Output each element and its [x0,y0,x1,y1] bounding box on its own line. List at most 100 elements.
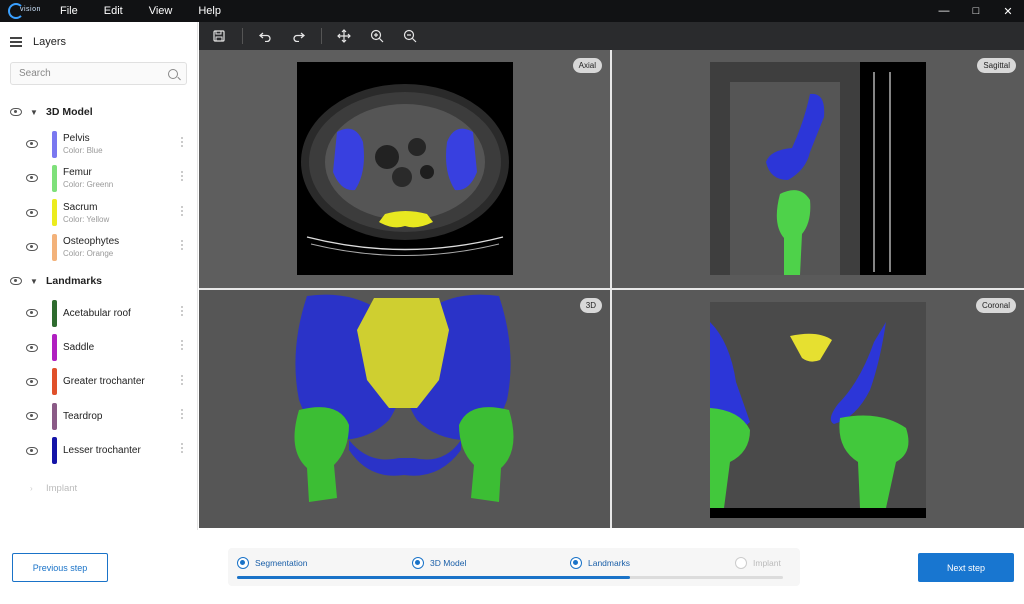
more-options-icon[interactable] [181,137,183,147]
coronal-label: Coronal [975,298,1016,313]
viewport-grid: Axial Sagittal 3D Coronal [199,50,1024,528]
menu-edit[interactable]: Edit [104,5,123,17]
chevron-right-icon[interactable]: › [30,484,38,493]
redo-icon[interactable] [288,26,308,46]
step-check-icon [735,557,747,569]
step-check-icon [412,557,424,569]
coronal-viewport[interactable]: Coronal [612,290,1024,528]
menu-view[interactable]: View [149,5,173,17]
eye-icon[interactable] [26,446,38,455]
eye-icon[interactable] [10,108,22,116]
progress-track [237,576,783,579]
layer-name: Lesser trochanter [63,445,141,457]
step-check-icon [237,557,249,569]
layer-saddle[interactable]: Saddle [0,330,197,364]
app-logo: vision [6,0,46,22]
step-implant[interactable]: Implant [735,557,781,569]
more-options-icon[interactable] [181,409,183,420]
step-label: Segmentation [255,558,308,568]
layer-acetabular-roof[interactable]: Acetabular roof [0,296,197,330]
save-icon[interactable] [209,26,229,46]
layer-pelvis[interactable]: Pelvis Color: Blue [0,127,197,161]
group-label: Landmarks [46,275,103,288]
layer-name: Osteophytes [63,236,120,248]
eye-icon[interactable] [26,174,38,183]
search-input[interactable] [19,68,168,79]
more-options-icon[interactable] [181,306,183,317]
layer-name: Greater trochanter [63,376,145,388]
window-controls: — □ ✕ [928,0,1024,22]
more-options-icon[interactable] [181,374,183,385]
sidebar-title: Layers [33,36,67,48]
eye-icon[interactable] [26,377,38,386]
layer-name: Femur [63,167,92,179]
three-d-viewport[interactable]: 3D [199,290,610,528]
layer-teardrop[interactable]: Teardrop [0,399,197,433]
layer-color-label: Color: Yellow [63,214,110,224]
layers-sidebar: Layers ▼ 3D Model Pelvis Color: Blue Fem… [0,22,198,530]
step-check-icon [570,557,582,569]
color-swatch [52,233,57,261]
group-landmarks[interactable]: ▼ Landmarks [0,266,197,296]
close-icon[interactable]: ✕ [992,0,1024,22]
axial-viewport[interactable]: Axial [199,50,610,288]
menu-help[interactable]: Help [198,5,221,17]
progress-fill [237,576,631,579]
eye-icon[interactable] [26,140,38,149]
more-options-icon[interactable] [181,239,183,250]
more-options-icon[interactable] [181,171,183,182]
logo-text: vision [20,6,41,13]
three-d-model [294,294,514,502]
axial-image [297,62,513,275]
more-options-icon[interactable] [181,443,183,454]
step-landmarks[interactable]: Landmarks [570,557,630,569]
color-swatch [52,299,57,327]
color-swatch [52,199,57,227]
layer-name: Pelvis [63,133,90,145]
next-step-button[interactable]: Next step [918,553,1014,582]
layer-color-label: Color: Blue [63,146,103,156]
previous-step-button[interactable]: Previous step [12,553,108,582]
step-3d-model[interactable]: 3D Model [412,557,466,569]
axial-label: Axial [572,58,602,73]
move-icon[interactable] [334,26,354,46]
viewer-toolbar [199,22,1024,50]
more-options-icon[interactable] [181,340,183,351]
sagittal-viewport[interactable]: Sagittal [612,50,1024,288]
layer-lesser-trochanter[interactable]: Lesser trochanter [0,433,197,467]
chevron-down-icon[interactable]: ▼ [30,108,38,117]
group-3d-model[interactable]: ▼ 3D Model [0,97,197,127]
menu-file[interactable]: File [60,5,78,17]
step-segmentation[interactable]: Segmentation [237,557,307,569]
color-swatch [52,402,57,430]
color-swatch [52,437,57,465]
step-label: Landmarks [588,558,631,568]
eye-icon[interactable] [26,343,38,352]
eye-icon[interactable] [10,277,22,286]
layer-name: Sacrum [63,201,98,213]
eye-icon[interactable] [26,309,38,318]
layer-greater-trochanter[interactable]: Greater trochanter [0,365,197,399]
eye-icon[interactable] [26,208,38,217]
layer-sacrum[interactable]: Sacrum Color: Yellow [0,196,197,230]
undo-icon[interactable] [255,26,275,46]
color-swatch [52,164,57,192]
eye-icon[interactable] [26,243,38,252]
chevron-down-icon[interactable]: ▼ [30,277,38,286]
minimize-icon[interactable]: — [928,0,960,22]
group-implant[interactable]: › Implant [0,474,197,504]
sagittal-label: Sagittal [977,58,1016,73]
title-bar: vision File Edit View Help — □ ✕ [0,0,1024,22]
sidebar-header: Layers [0,22,197,62]
search-icon[interactable] [168,68,178,79]
zoom-in-icon[interactable] [367,26,387,46]
layer-osteophytes[interactable]: Osteophytes Color: Orange [0,230,197,264]
zoom-out-icon[interactable] [400,26,420,46]
eye-icon[interactable] [26,412,38,421]
hamburger-menu-icon[interactable] [10,37,22,47]
more-options-icon[interactable] [181,205,183,216]
maximize-icon[interactable]: □ [960,0,992,22]
group-label: Implant [46,483,78,495]
layer-femur[interactable]: Femur Color: Greenn [0,161,197,195]
step-progress: Segmentation 3D Model Landmarks Implant [228,548,800,586]
